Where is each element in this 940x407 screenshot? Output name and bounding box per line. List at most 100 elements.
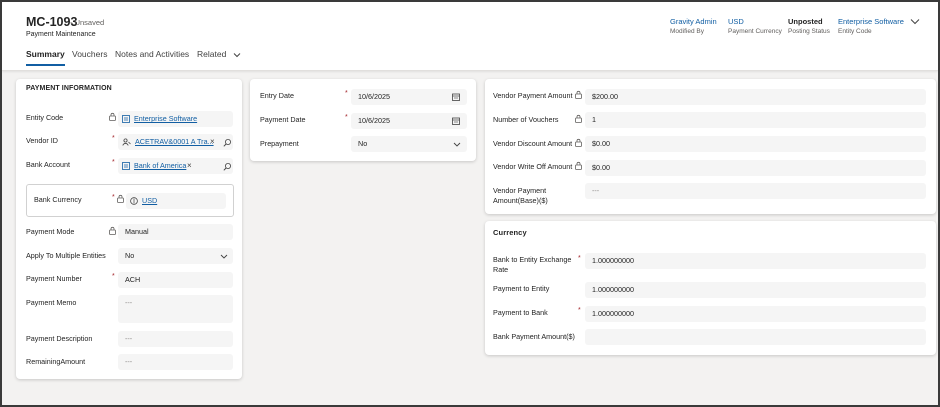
vendor-payment-base-field[interactable]: --- [585,183,926,199]
app-frame: MC-1093 - Unsaved Payment Maintenance Gr… [0,0,940,407]
bank-record-icon [122,162,130,170]
vendor-discount-amount-field[interactable]: $0.00 [585,136,926,152]
number-of-vouchers-field[interactable]: 1 [585,112,926,128]
lock-icon [575,138,582,147]
currency-icon [130,197,138,205]
prepayment-select[interactable]: No [351,136,467,152]
vendor-contact-icon [122,138,131,146]
payment-currency-value[interactable]: USD [728,17,782,26]
bank-currency-field[interactable]: USD [126,193,226,209]
payment-number-label: Payment Number [26,274,82,283]
payment-to-entity-field[interactable]: 1.000000000 [585,282,926,298]
entry-date-value: 10/6/2025 [358,92,390,101]
vendor-payment-amount-field[interactable]: $200.00 [585,89,926,105]
currency-title: Currency [493,228,527,237]
bank-account-remove-icon[interactable]: × [187,161,192,170]
prepayment-value: No [358,139,368,148]
header-field-modified-by: Gravity Admin Modified By [670,17,717,35]
entity-code-header-value[interactable]: Enterprise Software [838,17,904,26]
payment-mode-field[interactable]: Manual [118,224,233,240]
entity-record-icon [122,115,130,123]
apply-multiple-entities-select[interactable]: No [118,248,233,264]
payment-date-label: Payment Date [260,115,306,124]
calendar-icon[interactable] [452,93,460,101]
bank-currency-value[interactable]: USD [142,196,157,205]
payment-description-label: Payment Description [26,334,93,343]
lock-icon [575,161,582,170]
bank-to-entity-rate-label-line2: Rate [493,265,509,274]
required-asterisk: * [578,255,581,262]
vendor-id-search-icon[interactable] [223,138,232,147]
payment-date-value: 10/6/2025 [358,116,390,125]
payment-memo-label: Payment Memo [26,298,77,307]
payment-to-bank-label: Payment to Bank [493,308,548,317]
required-asterisk: * [578,307,581,314]
modified-by-value[interactable]: Gravity Admin [670,17,717,26]
bank-account-label: Bank Account [26,160,70,169]
lock-icon [117,194,124,203]
bank-to-entity-rate-field[interactable]: 1.000000000 [585,253,926,269]
vendor-write-off-amount-field[interactable]: $0.00 [585,160,926,176]
tab-vouchers[interactable]: Vouchers [72,49,107,64]
lock-icon [575,114,582,123]
record-header: MC-1093 - Unsaved Payment Maintenance Gr… [2,2,938,71]
vendor-payment-base-label: Vendor Payment Amount(Base)($) [493,186,548,205]
required-asterisk: * [112,159,115,166]
chevron-down-icon[interactable] [220,254,228,259]
vendor-write-off-amount-label: Vendor Write Off Amount [493,162,573,171]
payment-number-field[interactable]: ACH [118,272,233,288]
payment-date-field[interactable]: 10/6/2025 [351,113,467,129]
entity-code-value[interactable]: Enterprise Software [134,114,197,123]
lock-icon [109,112,116,121]
required-asterisk: * [112,135,115,142]
tab-notes-and-activities[interactable]: Notes and Activities [115,49,189,64]
tab-summary[interactable]: Summary [26,49,65,66]
posting-status-label: Posting Status [788,28,830,35]
bank-account-value[interactable]: Bank of America [134,161,186,170]
required-asterisk: * [112,194,115,201]
vendor-id-remove-icon[interactable]: × [210,137,215,146]
vendor-id-label: Vendor ID [26,136,58,145]
header-expand-chevron-icon[interactable] [910,18,920,27]
bank-payment-amount-field[interactable] [585,329,926,345]
vendor-id-field[interactable]: ACETRAV&0001 A Tra... [118,134,233,150]
bank-to-entity-rate-label: Bank to Entity Exchange Rate [493,255,571,274]
vendor-payment-base-label-line2: Amount(Base)($) [493,196,548,205]
entity-code-header-label: Entity Code [838,28,872,35]
apply-multiple-entities-value: No [125,251,135,260]
vendor-discount-amount-label: Vendor Discount Amount [493,139,573,148]
prepayment-label: Prepayment [260,139,299,148]
calendar-icon[interactable] [452,117,460,125]
entity-code-label: Entity Code [26,113,64,122]
chevron-down-icon[interactable] [453,142,461,147]
header-field-posting-status: Unposted Posting Status [788,17,830,35]
required-asterisk: * [345,114,348,121]
bank-account-search-icon[interactable] [223,162,232,171]
tab-related[interactable]: Related [197,49,241,64]
modified-by-label: Modified By [670,28,704,35]
vendor-id-value[interactable]: ACETRAV&0001 A Tra... [135,137,214,146]
remaining-amount-label: RemainingAmount [26,357,86,366]
header-field-entity-code: Enterprise Software Entity Code [838,17,904,35]
tab-related-label: Related [197,49,227,59]
header-field-payment-currency: USD Payment Currency [728,17,782,35]
payment-memo-field[interactable]: --- [118,295,233,323]
number-of-vouchers-label: Number of Vouchers [493,115,559,124]
payment-to-bank-field[interactable]: 1.000000000 [585,306,926,322]
entity-code-field[interactable]: Enterprise Software [118,111,233,127]
payment-to-entity-label: Payment to Entity [493,284,550,293]
apply-multiple-entities-label: Apply To Multiple Entities [26,251,106,260]
bank-account-field[interactable]: Bank of America [118,158,233,174]
bank-payment-amount-label: Bank Payment Amount($) [493,332,575,341]
lock-icon [575,90,582,99]
vendor-payment-base-label-line1: Vendor Payment [493,186,547,195]
payment-description-field[interactable]: --- [118,331,233,347]
remaining-amount-field[interactable]: --- [118,354,233,370]
unsaved-status: - Unsaved [70,18,105,27]
related-chevron-down-icon [233,52,241,57]
lock-icon [109,226,116,235]
required-asterisk: * [345,90,348,97]
entry-date-field[interactable]: 10/6/2025 [351,89,467,105]
required-asterisk: * [112,273,115,280]
record-form-name: Payment Maintenance [26,31,96,38]
